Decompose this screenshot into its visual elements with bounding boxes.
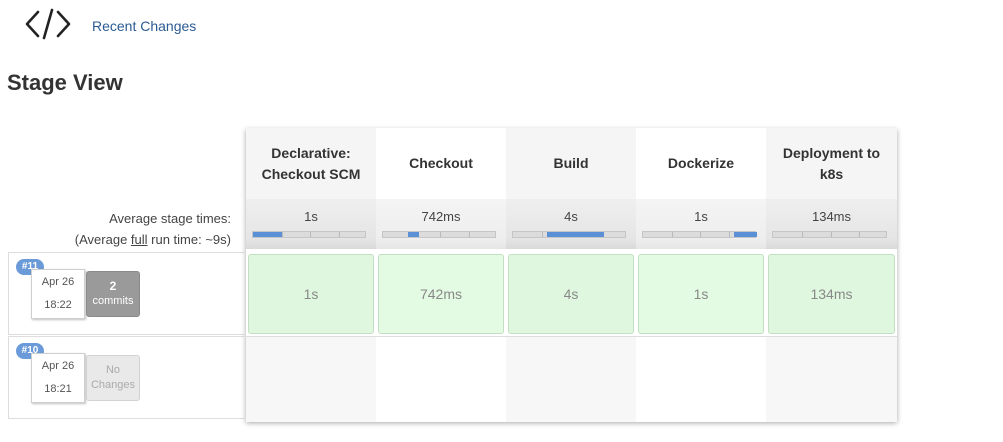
average-time-cell: 134ms bbox=[766, 199, 897, 249]
average-time-value: 4s bbox=[564, 209, 578, 224]
stage-cell-empty bbox=[636, 337, 766, 422]
stage-cell-success[interactable]: 1s bbox=[638, 254, 764, 334]
average-time-value: 134ms bbox=[811, 209, 852, 224]
stage-cell-empty bbox=[766, 337, 897, 422]
changes-commits-button[interactable]: 2 commits bbox=[86, 271, 140, 317]
build-date: Apr 26 18:21 bbox=[31, 353, 85, 403]
average-times-row: 1s 742ms 4s 1s 134ms bbox=[246, 199, 897, 249]
average-bar-tick bbox=[802, 232, 803, 237]
average-bar-tick bbox=[542, 232, 543, 237]
average-bar-tick bbox=[831, 232, 832, 237]
average-bar-tick bbox=[729, 232, 730, 237]
average-run-time-text: (Average full run time: ~9s) bbox=[74, 232, 231, 247]
stage-cell-success[interactable]: 1s bbox=[248, 254, 374, 334]
average-bar-fill bbox=[253, 232, 282, 237]
stage-cell-success[interactable]: 134ms bbox=[768, 254, 895, 334]
average-bar-fill bbox=[408, 232, 419, 237]
stage-cell-empty bbox=[506, 337, 636, 422]
average-time-bar bbox=[512, 231, 626, 238]
average-bar-tick bbox=[700, 232, 701, 237]
average-bar-fill bbox=[547, 232, 604, 237]
stage-cell-success[interactable]: 4s bbox=[508, 254, 634, 334]
stage-cell-empty bbox=[376, 337, 506, 422]
average-time-bar bbox=[642, 231, 757, 238]
commit-word: commits bbox=[92, 295, 134, 307]
no-changes-line2: Changes bbox=[90, 379, 136, 391]
average-bar-tick bbox=[469, 232, 470, 237]
stage-header-dockerize: Dockerize bbox=[636, 128, 766, 199]
stage-cell-success[interactable]: 742ms bbox=[378, 254, 504, 334]
average-time-cell: 4s bbox=[506, 199, 636, 249]
stage-row-run-11: 1s 742ms 4s 1s 134ms bbox=[246, 251, 897, 336]
full-run-time-link[interactable]: full bbox=[131, 232, 148, 247]
build-date-time: 18:21 bbox=[44, 383, 72, 395]
average-bar-tick bbox=[339, 232, 340, 237]
average-bar-tick bbox=[672, 232, 673, 237]
code-brackets-icon[interactable] bbox=[24, 8, 72, 40]
stage-header-declarative-checkout-scm: Declarative: Checkout SCM bbox=[246, 128, 376, 199]
stage-header-build: Build bbox=[506, 128, 636, 199]
no-changes-box: No Changes bbox=[86, 355, 140, 401]
average-time-bar bbox=[772, 231, 887, 238]
run-panel-10: #10 Apr 26 18:21 No Changes bbox=[8, 336, 244, 419]
build-date-day: Apr 26 bbox=[41, 360, 75, 372]
average-bar-tick bbox=[310, 232, 311, 237]
stage-header-deployment-to-k8s: Deployment to k8s bbox=[766, 128, 897, 199]
average-time-value: 1s bbox=[304, 209, 318, 224]
build-date-time: 18:22 bbox=[44, 299, 72, 311]
average-stage-times-text: Average stage times: bbox=[109, 211, 231, 226]
average-time-cell: 742ms bbox=[376, 199, 506, 249]
average-bar-fill bbox=[734, 232, 757, 237]
stage-table: 1s 742ms 4s 1s 134ms 1s 742ms 4s 1s 134ms Declar… bbox=[246, 128, 897, 422]
page-title: Stage View bbox=[7, 70, 123, 95]
average-time-value: 1s bbox=[694, 209, 708, 224]
stage-header-checkout: Checkout bbox=[376, 128, 506, 199]
recent-changes-link[interactable]: Recent Changes bbox=[92, 18, 196, 34]
average-bar-tick bbox=[282, 232, 283, 237]
stage-row-run-10 bbox=[246, 336, 897, 422]
build-date-day: Apr 26 bbox=[41, 276, 75, 288]
average-time-cell: 1s bbox=[636, 199, 766, 249]
run-panel-11: #11 Apr 26 18:22 2 commits bbox=[8, 252, 244, 335]
average-time-cell: 1s bbox=[246, 199, 376, 249]
stage-cell-empty bbox=[246, 337, 376, 422]
commit-count: 2 bbox=[109, 279, 117, 293]
average-time-bar bbox=[382, 231, 496, 238]
build-date: Apr 26 18:22 bbox=[31, 269, 85, 319]
average-time-value: 742ms bbox=[421, 209, 461, 224]
no-changes-line1: No bbox=[105, 364, 121, 376]
code-brackets-icon-wrap[interactable] bbox=[24, 6, 72, 42]
average-stage-times-label: Average stage times: (Average full run t… bbox=[75, 208, 231, 250]
average-time-bar bbox=[252, 231, 366, 238]
average-bar-tick bbox=[859, 232, 860, 237]
average-bar-tick bbox=[440, 232, 441, 237]
